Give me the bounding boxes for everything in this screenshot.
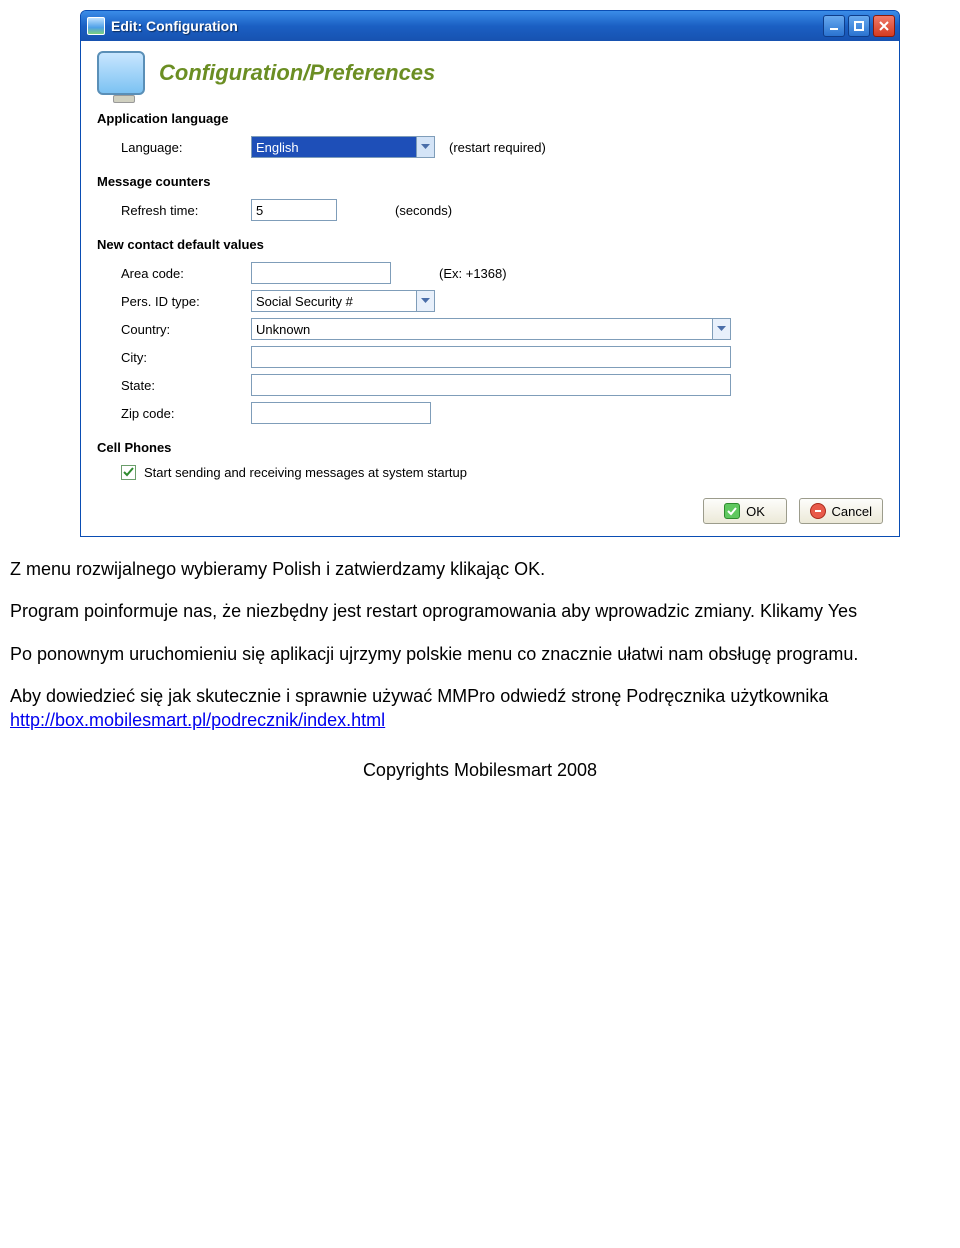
startup-checkbox-label: Start sending and receiving messages at …	[144, 465, 467, 480]
paragraph-3: Po ponownym uruchomieniu się aplikacji u…	[10, 642, 950, 666]
country-select[interactable]: Unknown	[251, 318, 731, 340]
language-label: Language:	[121, 140, 251, 155]
instruction-text: Z menu rozwijalnego wybieramy Polish i z…	[10, 557, 950, 732]
monitor-icon	[97, 51, 145, 95]
cancel-icon	[810, 503, 826, 519]
city-label: City:	[121, 350, 251, 365]
state-input[interactable]	[251, 374, 731, 396]
city-input[interactable]	[251, 346, 731, 368]
zip-label: Zip code:	[121, 406, 251, 421]
zip-input[interactable]	[251, 402, 431, 424]
paragraph-4: Aby dowiedzieć się jak skutecznie i spra…	[10, 684, 950, 733]
refresh-input[interactable]	[251, 199, 337, 221]
pers-id-label: Pers. ID type:	[121, 294, 251, 309]
maximize-button[interactable]	[848, 15, 870, 37]
section-message-counters: Message counters	[97, 174, 883, 189]
state-label: State:	[121, 378, 251, 393]
area-code-input[interactable]	[251, 262, 391, 284]
minimize-button[interactable]	[823, 15, 845, 37]
pers-id-select[interactable]: Social Security #	[251, 290, 435, 312]
language-hint: (restart required)	[449, 140, 546, 155]
section-app-language: Application language	[97, 111, 883, 126]
paragraph-1: Z menu rozwijalnego wybieramy Polish i z…	[10, 557, 950, 581]
ok-label: OK	[746, 504, 765, 519]
chevron-down-icon	[416, 137, 434, 157]
copyright: Copyrights Mobilesmart 2008	[0, 760, 960, 781]
paragraph-2: Program poinformuje nas, że niezbędny je…	[10, 599, 950, 623]
ok-button[interactable]: OK	[703, 498, 787, 524]
config-window: Edit: Configuration Configuration/Prefer…	[80, 10, 900, 537]
cancel-label: Cancel	[832, 504, 872, 519]
language-select[interactable]: English	[251, 136, 435, 158]
country-label: Country:	[121, 322, 251, 337]
window-title: Edit: Configuration	[111, 18, 238, 34]
section-contact-defaults: New contact default values	[97, 237, 883, 252]
app-icon	[87, 17, 105, 35]
window-content: Configuration/Preferences Application la…	[81, 41, 899, 536]
manual-link[interactable]: http://box.mobilesmart.pl/podrecznik/ind…	[10, 710, 385, 730]
titlebar[interactable]: Edit: Configuration	[81, 11, 899, 41]
language-value: English	[256, 140, 299, 155]
chevron-down-icon	[416, 291, 434, 311]
cancel-button[interactable]: Cancel	[799, 498, 883, 524]
refresh-label: Refresh time:	[121, 203, 251, 218]
page-title: Configuration/Preferences	[159, 60, 435, 86]
startup-checkbox[interactable]	[121, 465, 136, 480]
pers-id-value: Social Security #	[256, 294, 353, 309]
country-value: Unknown	[256, 322, 310, 337]
close-button[interactable]	[873, 15, 895, 37]
area-code-hint: (Ex: +1368)	[439, 266, 507, 281]
chevron-down-icon	[712, 319, 730, 339]
area-code-label: Area code:	[121, 266, 251, 281]
refresh-hint: (seconds)	[395, 203, 452, 218]
check-icon	[724, 503, 740, 519]
section-cell-phones: Cell Phones	[97, 440, 883, 455]
